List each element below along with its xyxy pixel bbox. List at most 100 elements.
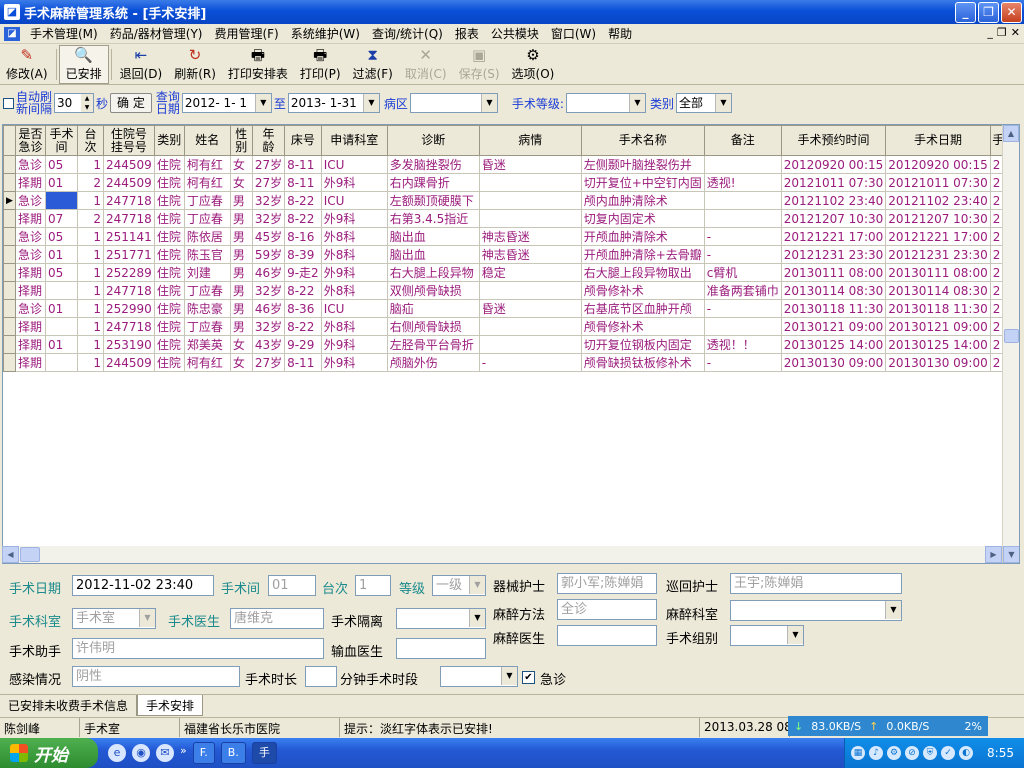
table-cell[interactable]: 46岁 [251,263,286,282]
table-cell[interactable]: 247718 [103,281,155,300]
table-cell[interactable]: 8-16 [284,227,322,246]
column-header[interactable]: 姓名 [183,125,231,156]
table-row[interactable]: 择期 05 1 252289 住院 刘建男 46岁 9-走2 外9科 右大腿上段异物 稳定 右大腿上段… [3,263,1007,282]
mdi-close-button[interactable]: ✕ [1011,26,1020,39]
table-cell[interactable]: 住院 [153,245,185,264]
column-header[interactable]: 手术日期 [885,125,991,156]
table-cell[interactable]: 外8科 [320,227,388,246]
table-cell[interactable]: 住院 [153,335,185,354]
table-cell[interactable]: 陈依居 [183,227,231,246]
grade-select[interactable] [565,93,646,113]
close-button[interactable]: ✕ [1001,2,1022,23]
column-header[interactable]: 备注 [703,125,782,156]
table-cell[interactable]: 左额颞顶硬膜下 [386,191,480,210]
interval-stepper[interactable]: 30 ▲ ▼ [54,93,95,113]
type-select[interactable]: 全部 [675,93,732,113]
table-cell[interactable]: - [703,245,782,264]
more-icon[interactable]: » [180,744,187,762]
table-cell[interactable]: 20130114 08:30 [780,281,887,300]
return-button[interactable]: ⇤ 退回(D) [114,45,169,84]
menu-maintenance[interactable]: 系统维护(W) [285,25,366,42]
table-cell[interactable] [703,209,782,228]
table-cell[interactable] [45,353,78,372]
table-cell[interactable]: 女 [229,155,253,174]
table-row[interactable]: 择期 1 247718 住院 丁应春男 32岁 8-22 外8科 右侧颅骨缺损 颅骨修补术 2013… [3,317,1007,336]
table-cell[interactable]: 01 [45,191,78,210]
duration-field[interactable] [305,666,337,687]
table-cell[interactable]: ICU [320,155,388,174]
table-cell[interactable]: 择期 [15,335,46,354]
table-cell[interactable]: 住院 [153,209,185,228]
menu-help[interactable]: 帮助 [602,25,638,42]
table-cell[interactable]: 20121231 23:30 [885,245,991,264]
seq-field[interactable]: 1 [355,575,391,596]
table-cell[interactable] [478,317,582,336]
table-cell[interactable]: - [703,353,782,372]
column-header[interactable]: 是否 急诊 [15,125,46,156]
table-cell[interactable]: 32岁 [251,209,286,228]
table-cell[interactable]: 20130125 14:00 [780,335,887,354]
table-cell[interactable]: 柯有红 [183,173,231,192]
scroll-right-icon[interactable]: ▶ [985,546,1002,563]
table-cell[interactable]: 女 [229,173,253,192]
table-cell[interactable]: 住院 [153,173,185,192]
table-cell[interactable]: 8-39 [284,245,322,264]
table-cell[interactable]: 神志昏迷 [478,227,582,246]
table-cell[interactable]: 颅骨缺损钛板修补术 [580,353,705,372]
table-cell[interactable]: 1 [77,317,104,336]
blocked-icon[interactable]: ⊘ [905,746,919,760]
menu-window[interactable]: 窗口(W) [545,25,602,42]
table-cell[interactable]: 择期 [15,173,46,192]
column-header[interactable]: 手术 间 [45,125,78,156]
table-cell[interactable]: 01 [45,245,78,264]
table-cell[interactable]: 05 [45,227,78,246]
table-cell[interactable]: 颅骨修补术 [580,281,705,300]
surgery-date-field[interactable]: 2012-11-02 23:40 [72,575,214,596]
table-cell[interactable]: 急诊 [15,299,46,318]
table-cell[interactable]: 右大腿上段异物取出 [580,263,705,282]
instrument-nurse-field[interactable]: 郭小军;陈婵娟 [557,573,657,594]
tab-surgery-schedule[interactable]: 手术安排 [137,695,204,716]
title-bar[interactable]: ◪ 手术麻醉管理系统 - [手术安排] _ ❐ ✕ [0,0,1024,24]
row-indicator[interactable] [3,335,16,354]
table-cell[interactable]: 男 [229,263,253,282]
table-cell[interactable]: 01 [45,173,78,192]
table-cell[interactable]: 253190 [103,335,155,354]
table-cell[interactable]: 05 [45,155,78,174]
column-header[interactable]: 手术名称 [580,125,705,156]
table-cell[interactable]: 脑疝 [386,299,480,318]
table-row[interactable]: 择期 1 244509 住院 柯有红女 27岁 8-11 外9科 颅脑外伤 - 颅骨缺损钛板修补术 -… [3,353,1007,372]
table-cell[interactable]: 透视！！ [703,335,782,354]
table-cell[interactable]: - [703,227,782,246]
scroll-thumb[interactable] [1004,329,1019,343]
table-cell[interactable]: 右第3.4.5指近 [386,209,480,228]
anesthesia-dept-field[interactable] [730,600,902,621]
table-cell[interactable]: 20121231 23:30 [780,245,887,264]
table-cell[interactable]: c臂机 [703,263,782,282]
table-cell[interactable]: 择期 [15,353,46,372]
table-cell[interactable]: - [703,299,782,318]
vertical-scrollbar[interactable]: ▲ ▼ [1002,125,1019,563]
table-cell[interactable]: 切复内固定术 [580,209,705,228]
row-indicator[interactable] [3,281,16,300]
table-cell[interactable]: 8-36 [284,299,322,318]
table-cell[interactable]: 20121221 17:00 [885,227,991,246]
column-header[interactable]: 台 次 [77,125,104,156]
table-cell[interactable]: 20121102 23:40 [780,191,887,210]
row-indicator[interactable] [3,353,16,372]
table-cell[interactable]: 59岁 [251,245,286,264]
table-cell[interactable]: 住院 [153,299,185,318]
table-cell[interactable]: 05 [45,263,78,282]
room-field[interactable]: 01 [268,575,316,596]
table-cell[interactable]: 1 [77,299,104,318]
table-cell[interactable]: 择期 [15,281,46,300]
mdi-app-icon[interactable]: ◪ [4,26,20,41]
circulating-nurse-field[interactable]: 王宇;陈婵娟 [730,573,902,594]
table-cell[interactable]: 43岁 [251,335,286,354]
column-header[interactable]: 住院号 挂号号 [103,125,155,156]
table-cell[interactable]: 择期 [15,317,46,336]
table-cell[interactable]: 住院 [153,155,185,174]
table-cell[interactable]: 1 [77,245,104,264]
row-indicator[interactable] [3,173,16,192]
table-cell[interactable]: 45岁 [251,227,286,246]
